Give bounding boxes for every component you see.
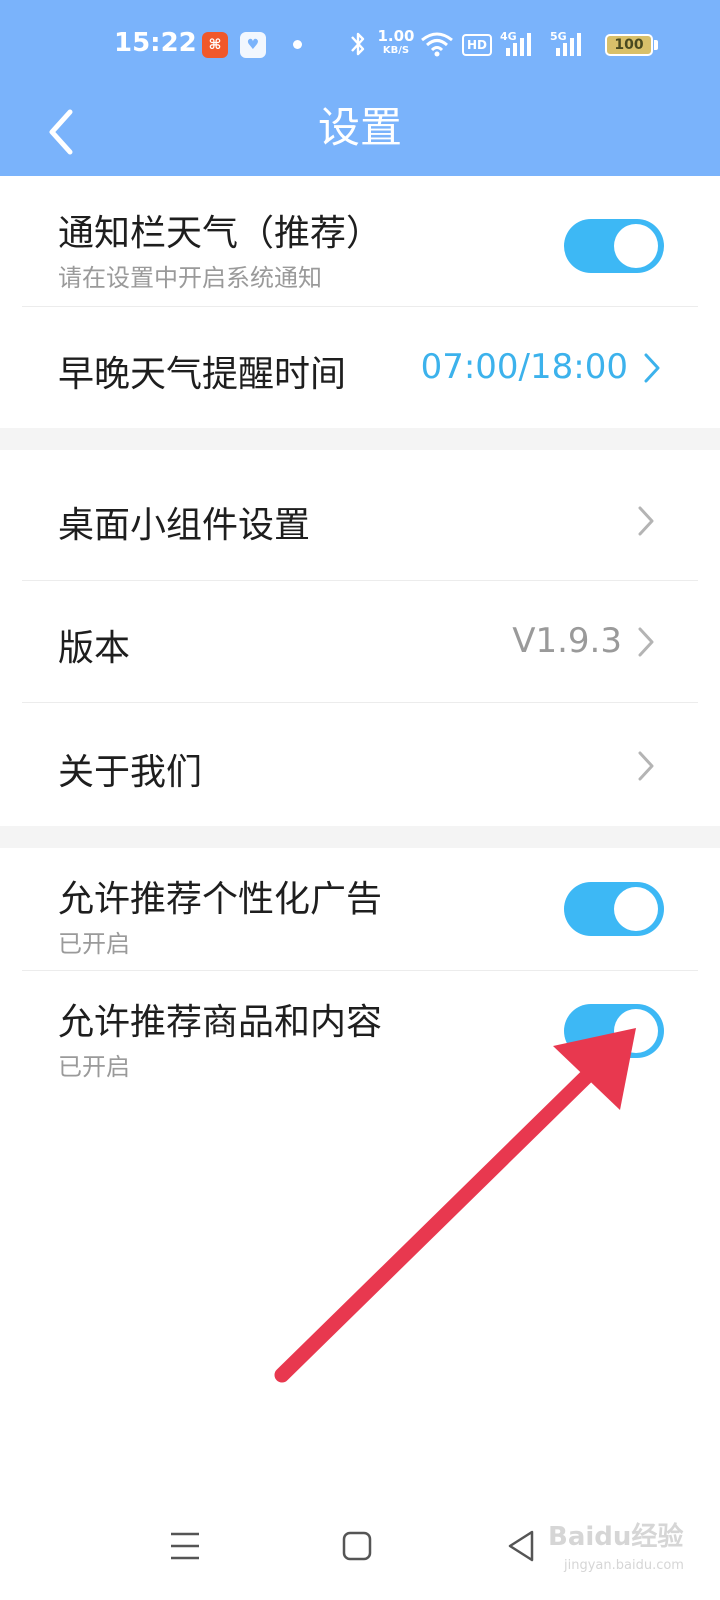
recommend-content-subtitle: 已开启 (58, 1053, 130, 1081)
signal-5g-icon: 5G (550, 30, 584, 58)
personalized-ads-title: 允许推荐个性化广告 (58, 879, 383, 920)
section-weather: 通知栏天气（推荐） 请在设置中开启系统通知 早晚天气提醒时间 07:00/18:… (0, 176, 720, 428)
chevron-right-icon (638, 751, 654, 781)
heart-app-icon: ♥ (240, 32, 266, 58)
battery-icon: 100 (605, 34, 653, 56)
signal-4g-label: 4G (500, 30, 517, 43)
notification-weather-title: 通知栏天气（推荐） (58, 213, 383, 254)
battery-tip (654, 40, 658, 50)
personalized-ads-subtitle: 已开启 (58, 930, 130, 958)
notification-weather-subtitle: 请在设置中开启系统通知 (58, 264, 322, 292)
signal-5g-label: 5G (550, 30, 567, 43)
app-badge-icon: ⌘ (202, 32, 228, 58)
menu-icon[interactable] (163, 1524, 207, 1568)
section-gap (0, 428, 720, 450)
reminder-time-row[interactable]: 早晚天气提醒时间 07:00/18:00 (0, 307, 720, 428)
personalized-ads-toggle[interactable] (564, 882, 664, 936)
net-speed-value: 1.00 (377, 27, 415, 45)
section-gap (0, 826, 720, 848)
app-header: 15:22 ⌘ ♥ 1.00 KB/S HD 4G 5G 100 设置 (0, 0, 720, 176)
section-privacy: 允许推荐个性化广告 已开启 允许推荐商品和内容 已开启 (0, 848, 720, 1098)
toggle-knob (614, 224, 658, 268)
recommend-content-toggle[interactable] (564, 1004, 664, 1058)
recommend-content-title: 允许推荐商品和内容 (58, 1002, 383, 1043)
widget-settings-title: 桌面小组件设置 (58, 505, 311, 546)
reminder-time-value: 07:00/18:00 (420, 347, 628, 387)
nav-bar: 设置 (0, 92, 720, 176)
signal-4g-icon: 4G (500, 30, 534, 58)
status-time: 15:22 (114, 28, 197, 58)
page-title: 设置 (317, 103, 402, 152)
home-icon[interactable] (335, 1524, 379, 1568)
version-row[interactable]: 版本 V1.9.3 (0, 581, 720, 702)
notification-dot-icon (293, 40, 302, 49)
toggle-knob (614, 887, 658, 931)
wifi-icon (421, 32, 453, 57)
version-title: 版本 (58, 628, 131, 669)
baidu-watermark: Baidu经验 jingyan.baidu.com (540, 1490, 720, 1600)
net-speed: 1.00 KB/S (376, 29, 416, 56)
about-us-row[interactable]: 关于我们 (0, 703, 720, 826)
status-bar: 15:22 ⌘ ♥ 1.00 KB/S HD 4G 5G 100 (0, 0, 720, 92)
watermark-sub: jingyan.baidu.com (564, 1558, 684, 1573)
personalized-ads-row[interactable]: 允许推荐个性化广告 已开启 (0, 848, 720, 970)
chevron-right-icon (638, 627, 654, 657)
recommend-content-row[interactable]: 允许推荐商品和内容 已开启 (0, 971, 720, 1098)
bluetooth-icon (351, 32, 365, 56)
watermark-main: Baidu经验 (548, 1522, 684, 1552)
chevron-right-icon (638, 506, 654, 536)
widget-settings-row[interactable]: 桌面小组件设置 (0, 450, 720, 580)
notification-weather-row[interactable]: 通知栏天气（推荐） 请在设置中开启系统通知 (0, 176, 720, 306)
section-general: 桌面小组件设置 版本 V1.9.3 关于我们 (0, 450, 720, 826)
reminder-time-title: 早晚天气提醒时间 (58, 354, 347, 395)
net-speed-unit: KB/S (382, 45, 410, 56)
hd-icon: HD (462, 34, 492, 56)
chevron-right-icon (644, 353, 660, 383)
toggle-knob (614, 1009, 658, 1053)
version-value: V1.9.3 (512, 621, 622, 661)
notification-weather-toggle[interactable] (564, 219, 664, 273)
about-us-title: 关于我们 (58, 752, 203, 793)
back-triangle-icon[interactable] (500, 1524, 544, 1568)
